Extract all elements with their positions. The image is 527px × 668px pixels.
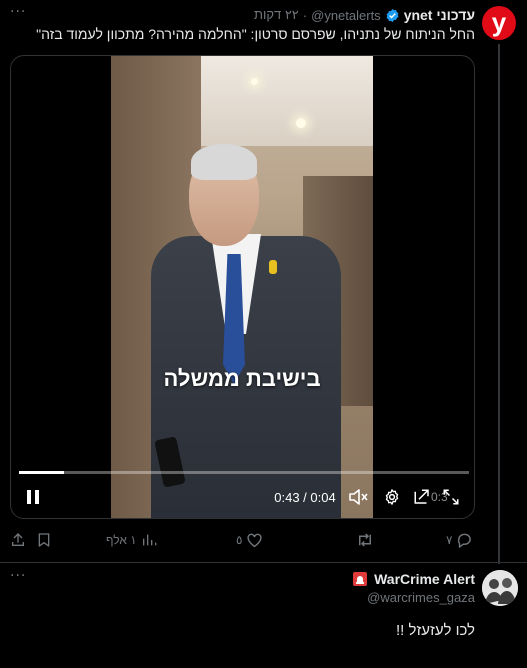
more-options-icon[interactable]: ··· <box>10 568 26 584</box>
retweet-button[interactable] <box>352 528 374 552</box>
pause-button[interactable] <box>21 483 45 511</box>
tweet-header: WarCrime Alert <box>352 571 475 587</box>
reply-button[interactable]: ٧ <box>446 528 473 552</box>
author-handle[interactable]: @ynetalerts <box>311 8 381 23</box>
tweet-text: לכו לעזעזל !! <box>396 622 475 639</box>
tweet-ynet[interactable]: ··· y ٢٢ דקות · @ynetalerts ynet עדכוני … <box>0 0 527 564</box>
person-hair <box>191 144 257 180</box>
share-icon <box>12 533 24 546</box>
tweet-text: החל הניתוח של נתניהו, שפרסם סרטון: "החלמ… <box>36 26 475 42</box>
heart-icon <box>247 533 263 548</box>
views-chart-icon <box>142 534 157 546</box>
likes-count: ٥ <box>236 533 243 547</box>
replies-count: ٧ <box>446 533 453 547</box>
author-name[interactable]: ynet עדכוני <box>404 7 475 23</box>
video-player[interactable]: בישיבת ממשלה 0:3 0:43 / 0:04 <box>10 55 475 519</box>
yellow-ribbon <box>269 260 277 274</box>
dot-separator: · <box>302 7 308 23</box>
gear-icon <box>385 489 399 505</box>
tweet-actions: ١ אלף ٥ ٧ <box>0 528 480 552</box>
ceiling-light <box>251 78 258 85</box>
video-time: 0:43 / 0:04 <box>274 489 336 505</box>
avatar-image <box>482 570 518 606</box>
video-progress-fill <box>19 471 64 474</box>
fullscreen-icon <box>443 489 459 505</box>
tweet-header: ٢٢ דקות · @ynetalerts ynet עדכוני <box>254 6 475 24</box>
bookmark-button[interactable] <box>36 528 52 552</box>
views-count: ١ אלף <box>106 533 137 547</box>
video-progress-bar[interactable] <box>19 471 469 474</box>
picture-in-picture-button[interactable] <box>411 483 433 511</box>
share-button[interactable] <box>10 528 26 552</box>
bookmark-icon <box>38 533 50 547</box>
like-button[interactable]: ٥ <box>236 528 263 552</box>
thread-line <box>498 44 500 564</box>
mute-button[interactable] <box>347 483 369 511</box>
picture-in-picture-icon <box>414 489 429 504</box>
video-frame[interactable] <box>111 56 373 518</box>
tweet-time[interactable]: ٢٢ דקות <box>254 7 299 23</box>
ceiling-light <box>296 118 306 128</box>
warcrime-alert-avatar[interactable] <box>482 570 518 606</box>
settings-button[interactable] <box>381 483 403 511</box>
retweet-icon <box>359 533 371 547</box>
views-button[interactable]: ١ אלף <box>106 528 157 552</box>
video-caption: בישיבת ממשלה <box>163 366 321 391</box>
fullscreen-button[interactable] <box>439 483 463 511</box>
more-options-icon[interactable]: ··· <box>10 4 26 20</box>
author-name[interactable]: WarCrime Alert <box>374 571 475 587</box>
ynet-avatar[interactable]: y <box>482 6 516 40</box>
volume-muted-icon <box>349 489 368 505</box>
siren-icon <box>353 572 368 586</box>
tweet-divider <box>0 562 527 563</box>
author-handle[interactable]: @warcrimes_gaza <box>367 590 475 605</box>
pause-icon <box>27 490 39 504</box>
reply-icon <box>458 533 472 548</box>
verified-badge-icon <box>386 8 399 22</box>
